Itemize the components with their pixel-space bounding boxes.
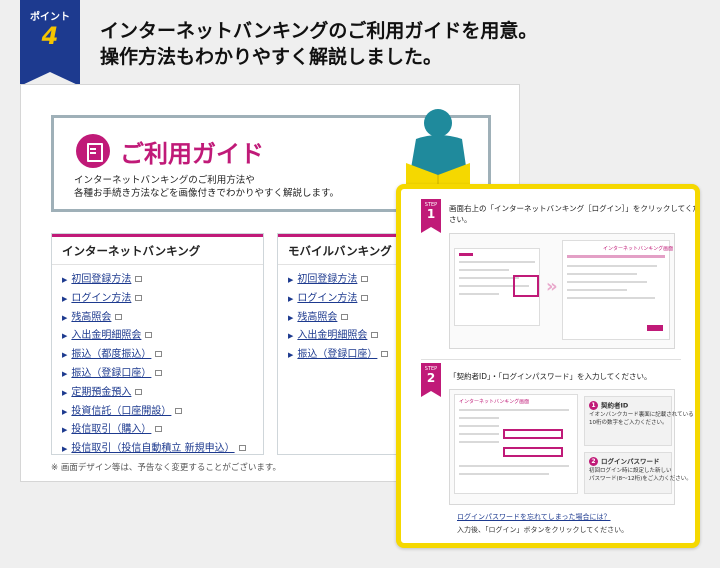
- external-window-icon: [381, 351, 389, 358]
- step2-thumb-title: インターネットバンキング画面: [459, 399, 530, 405]
- ib-link-item[interactable]: ▶ 投資信託（口座開設）: [62, 403, 263, 422]
- external-window-icon: [155, 426, 163, 433]
- arrow-right-icon: ▶: [288, 313, 294, 322]
- callout2-line2: パスワード(8～12桁)をご入力ください。: [589, 475, 692, 482]
- mb-link-label[interactable]: 入出金明細照会: [297, 330, 367, 341]
- ib-link-label[interactable]: 振込（登録口座）: [71, 368, 151, 379]
- callout1-line2: 10桁の数字をご入力ください。: [589, 419, 668, 426]
- ib-link-item[interactable]: ▶ 入出金明細照会: [62, 327, 263, 346]
- ib-link-item[interactable]: ▶ 振込（都度振込）: [62, 346, 263, 365]
- step2-screenshot: インターネットバンキング画面 1 契約者ID イオンバンクカード裏面に記載されてい…: [449, 389, 694, 505]
- guide-title: ご利用ガイド: [120, 140, 264, 168]
- step1-home-mini: [454, 248, 540, 326]
- internet-banking-links: ▶ 初回登録方法 ▶ ログイン方法 ▶ 残高照会 ▶ 入出金明細照会 ▶ 振込（都度振込） ▶ 振込（…: [52, 265, 263, 459]
- external-window-icon: [135, 388, 143, 395]
- arrow-right-icon: ▶: [62, 445, 68, 454]
- arrow-right-icon: ▶: [62, 369, 68, 378]
- arrow-right-icon: ▶: [62, 426, 68, 435]
- step2-login-mini: インターネットバンキング画面: [454, 394, 578, 494]
- external-window-icon: [115, 313, 123, 320]
- guide-desc-line1: インターネットバンキングのご利用方法や: [74, 175, 255, 186]
- ib-link-label[interactable]: 振込（都度振込）: [71, 349, 151, 360]
- step-divider: [421, 359, 681, 360]
- ib-link-label[interactable]: ログイン方法: [71, 293, 131, 304]
- arrow-right-icon: ▶: [62, 351, 68, 360]
- ib-link-label[interactable]: 定期預金預入: [71, 387, 131, 398]
- guide-desc-line2: 各種お手続き方法などを画像付きでわかりやすく解説します。: [74, 188, 340, 199]
- internet-banking-heading: インターネットバンキング: [52, 234, 263, 265]
- forgot-password-link[interactable]: ログインパスワードを忘れてしまった場合には？: [457, 512, 611, 522]
- ib-link-label[interactable]: 投信取引（投信自動積立 新規申込）: [71, 443, 234, 454]
- callout1-title: 契約者ID: [601, 401, 629, 410]
- external-window-icon: [135, 294, 143, 301]
- external-window-icon: [238, 445, 246, 452]
- ib-link-item[interactable]: ▶ 残高照会: [62, 309, 263, 328]
- mb-link-label[interactable]: ログイン方法: [297, 293, 357, 304]
- headline-line2: 操作方法もわかりやすく解説しました。: [100, 46, 443, 68]
- arrow-right-icon: ▶: [288, 294, 294, 303]
- arrow-right-icon: ▶: [62, 407, 68, 416]
- external-window-icon: [155, 351, 163, 358]
- arrow-right-icon: ▶: [62, 332, 68, 341]
- step1-number: 1: [426, 207, 436, 221]
- headline: インターネットバンキングのご利用ガイドを用意。 操作方法もわかりやすく解説しまし…: [100, 18, 537, 70]
- ib-link-label[interactable]: 入出金明細照会: [71, 330, 141, 341]
- mb-link-label[interactable]: 残高照会: [297, 312, 337, 323]
- login-steps-card: STEP 1 画面右上の「インターネットバンキング［ログイン］」をクリックしてく…: [396, 184, 700, 548]
- external-window-icon: [341, 313, 349, 320]
- mb-link-label[interactable]: 振込（登録口座）: [297, 349, 377, 360]
- external-window-icon: [135, 276, 143, 282]
- ib-link-label[interactable]: 投資信託（口座開設）: [71, 406, 171, 417]
- arrow-right-icon: ▶: [288, 332, 294, 341]
- ib-link-item[interactable]: ▶ ログイン方法: [62, 290, 263, 309]
- internet-banking-menu: インターネットバンキング ▶ 初回登録方法 ▶ ログイン方法 ▶ 残高照会 ▶ 入出金明細照会…: [51, 233, 264, 455]
- arrow-right-icon: ▶: [288, 351, 294, 360]
- external-window-icon: [175, 407, 183, 414]
- arrow-right-icon: ▶: [62, 294, 68, 303]
- arrow-next-icon: »: [546, 276, 558, 297]
- step2-badge: STEP 2: [421, 363, 441, 397]
- login-password-callout: 2 ログインパスワード 初回ログイン時に設定した新しい パスワード(8～12桁)を…: [584, 452, 692, 494]
- external-window-icon: [361, 294, 369, 301]
- step1-instruction: 画面右上の「インターネットバンキング［ログイン］」をクリックしてくだ さい。: [449, 203, 700, 225]
- external-window-icon: [361, 276, 369, 282]
- step1-screenshot: » インターネットバンキング画面: [449, 233, 675, 349]
- ib-link-item[interactable]: ▶ 投信取引（購入）: [62, 421, 263, 440]
- step2-line1: 「契約者ID」・「ログインパスワード」を入力してください。: [449, 372, 652, 381]
- mb-link-label[interactable]: 初回登録方法: [297, 274, 357, 285]
- step1-badge: STEP 1: [421, 199, 441, 233]
- callout2-title: ログインパスワード: [601, 457, 660, 466]
- external-window-icon: [155, 369, 163, 376]
- external-window-icon: [371, 332, 379, 339]
- ib-link-label[interactable]: 初回登録方法: [71, 274, 131, 285]
- design-change-note: ※ 画面デザイン等は、予告なく変更することがございます。: [51, 463, 281, 473]
- ib-link-label[interactable]: 残高照会: [71, 312, 111, 323]
- headline-line1: インターネットバンキングのご利用ガイドを用意。: [100, 20, 538, 42]
- ib-link-item[interactable]: ▶ 定期預金預入: [62, 384, 263, 403]
- arrow-right-icon: ▶: [62, 276, 68, 284]
- after-input-instruction: 入力後、「ログイン」ボタンをクリックしてください。: [457, 526, 629, 534]
- step2-instruction: 「契約者ID」・「ログインパスワード」を入力してください。: [449, 371, 652, 382]
- step1-thumb-title: インターネットバンキング画面: [603, 246, 674, 252]
- guide-description: インターネットバンキングのご利用方法や 各種お手続き方法などを画像付きでわかりや…: [74, 174, 339, 200]
- step1-line1: 画面右上の「インターネットバンキング［ログイン］」をクリックしてくだ: [449, 204, 700, 213]
- step2-number: 2: [426, 371, 436, 385]
- step1-login-mini: インターネットバンキング画面: [562, 240, 674, 340]
- point-number: 4: [41, 22, 59, 50]
- guide-book-icon: [76, 134, 110, 168]
- point-badge: ポイント 4: [20, 0, 80, 86]
- ib-link-label[interactable]: 投信取引（購入）: [71, 424, 151, 435]
- arrow-right-icon: ▶: [62, 313, 68, 322]
- point-label: ポイント: [30, 12, 70, 23]
- login-id-callout: 1 契約者ID イオンバンクカード裏面に記載されている 10桁の数字をご入力くださ…: [584, 396, 694, 446]
- ib-link-item[interactable]: ▶ 振込（登録口座）: [62, 365, 263, 384]
- external-window-icon: [145, 332, 153, 339]
- callout1-line1: イオンバンクカード裏面に記載されている: [589, 412, 694, 418]
- ib-link-item[interactable]: ▶ 投信取引（投信自動積立 新規申込）: [62, 440, 263, 459]
- ib-link-item[interactable]: ▶ 初回登録方法: [62, 271, 263, 290]
- step1-line2: さい。: [449, 215, 472, 224]
- callout2-line1: 初回ログイン時に設定した新しい: [589, 468, 672, 474]
- arrow-right-icon: ▶: [62, 388, 68, 397]
- arrow-right-icon: ▶: [288, 276, 294, 284]
